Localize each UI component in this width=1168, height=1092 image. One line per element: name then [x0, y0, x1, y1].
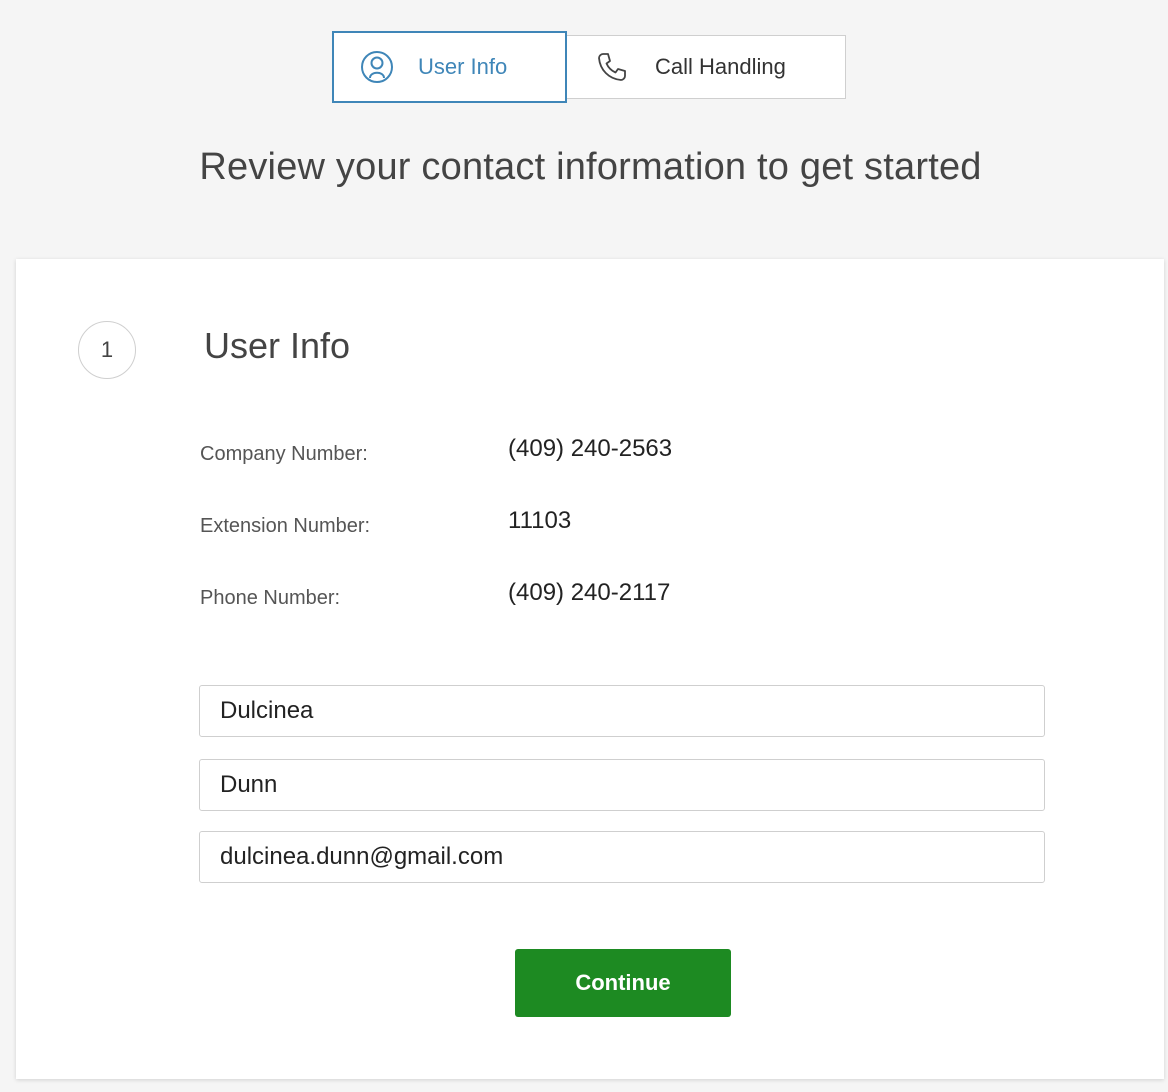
last-name-field[interactable]	[199, 759, 1045, 811]
info-value: (409) 240-2117	[508, 579, 671, 606]
info-value: 11103	[508, 507, 572, 534]
email-field[interactable]	[199, 831, 1045, 883]
tab-label: Call Handling	[655, 54, 786, 79]
page-headline: Review your contact information to get s…	[199, 146, 982, 188]
info-label: Phone Number:	[200, 587, 341, 609]
tab-call-handling[interactable]: Call Handling	[566, 35, 846, 99]
first-name-field[interactable]	[199, 685, 1045, 737]
user-circle-icon	[358, 48, 396, 86]
user-info-card: 1 User Info Company Number: (409) 240-25…	[16, 259, 1164, 1079]
info-label: Extension Number:	[200, 515, 371, 537]
info-row-extension-number: Extension Number: 11103	[200, 507, 900, 539]
info-row-company-number: Company Number: (409) 240-2563	[200, 435, 900, 467]
info-value: (409) 240-2563	[508, 435, 673, 462]
phone-icon	[593, 48, 631, 86]
info-row-phone-number: Phone Number: (409) 240-2117	[200, 579, 900, 611]
section-title: User Info	[204, 325, 351, 366]
step-tabs: User Info Call Handling	[332, 31, 846, 103]
step-number-badge: 1	[78, 321, 136, 379]
continue-button[interactable]: Continue	[515, 949, 731, 1017]
tab-user-info[interactable]: User Info	[332, 31, 567, 103]
info-label: Company Number:	[200, 443, 368, 465]
tab-label: User Info	[418, 54, 508, 79]
